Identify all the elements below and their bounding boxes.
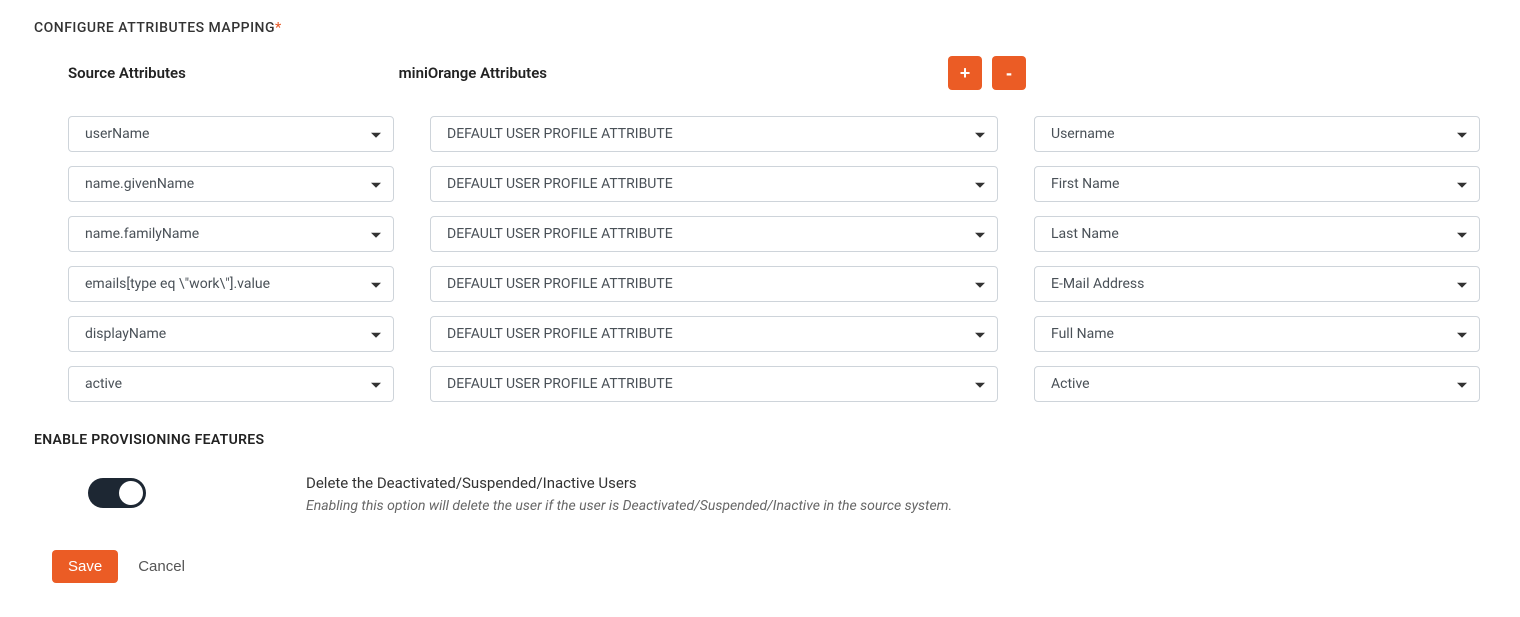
source-attribute-select[interactable]: displayName	[68, 316, 394, 352]
miniorange-attributes-header: miniOrange Attributes	[399, 64, 912, 82]
miniorange-attribute-select[interactable]: DEFAULT USER PROFILE ATTRIBUTE	[430, 216, 998, 252]
remove-row-button[interactable]: -	[992, 56, 1026, 90]
target-attribute-select[interactable]: Full Name	[1034, 316, 1480, 352]
source-attribute-select[interactable]: userName	[68, 116, 394, 152]
miniorange-attribute-value[interactable]: DEFAULT USER PROFILE ATTRIBUTE	[430, 216, 998, 252]
source-attribute-value[interactable]: name.givenName	[68, 166, 394, 202]
source-attributes-header: Source Attributes	[68, 64, 363, 82]
source-attribute-select[interactable]: active	[68, 366, 394, 402]
mapping-row: emails[type eq \"work\"].value DEFAULT US…	[68, 266, 1486, 302]
configure-attributes-title: CONFIGURE ATTRIBUTES MAPPING*	[34, 20, 1486, 36]
delete-inactive-toggle[interactable]	[88, 478, 146, 508]
source-attribute-value[interactable]: active	[68, 366, 394, 402]
miniorange-attribute-select[interactable]: DEFAULT USER PROFILE ATTRIBUTE	[430, 166, 998, 202]
row-action-buttons: + -	[948, 56, 1026, 90]
form-actions: Save Cancel	[34, 550, 1486, 583]
miniorange-attribute-select[interactable]: DEFAULT USER PROFILE ATTRIBUTE	[430, 316, 998, 352]
source-attribute-select[interactable]: name.givenName	[68, 166, 394, 202]
section-title-text: CONFIGURE ATTRIBUTES MAPPING	[34, 20, 275, 36]
target-attribute-select[interactable]: Last Name	[1034, 216, 1480, 252]
target-attribute-select[interactable]: First Name	[1034, 166, 1480, 202]
mapping-row: name.givenName DEFAULT USER PROFILE ATTRI…	[68, 166, 1486, 202]
miniorange-attribute-select[interactable]: DEFAULT USER PROFILE ATTRIBUTE	[430, 266, 998, 302]
miniorange-attribute-select[interactable]: DEFAULT USER PROFILE ATTRIBUTE	[430, 116, 998, 152]
provisioning-feature-row: Delete the Deactivated/Suspended/Inactiv…	[34, 474, 1486, 514]
miniorange-attribute-select[interactable]: DEFAULT USER PROFILE ATTRIBUTE	[430, 366, 998, 402]
provisioning-section-title: ENABLE PROVISIONING FEATURES	[34, 432, 1486, 448]
required-marker: *	[275, 20, 282, 36]
source-attribute-value[interactable]: emails[type eq \"work\"].value	[68, 266, 394, 302]
add-row-button[interactable]: +	[948, 56, 982, 90]
target-attribute-value[interactable]: E-Mail Address	[1034, 266, 1480, 302]
mapping-row: displayName DEFAULT USER PROFILE ATTRIBUT…	[68, 316, 1486, 352]
mapping-row: active DEFAULT USER PROFILE ATTRIBUTE Acti…	[68, 366, 1486, 402]
target-attribute-select[interactable]: E-Mail Address	[1034, 266, 1480, 302]
target-attribute-value[interactable]: First Name	[1034, 166, 1480, 202]
miniorange-attribute-value[interactable]: DEFAULT USER PROFILE ATTRIBUTE	[430, 266, 998, 302]
source-attribute-select[interactable]: name.familyName	[68, 216, 394, 252]
attribute-mapping-area: Source Attributes miniOrange Attributes …	[34, 56, 1486, 402]
provisioning-feature-desc: Enabling this option will delete the use…	[306, 498, 1486, 514]
source-attribute-value[interactable]: displayName	[68, 316, 394, 352]
provisioning-section: ENABLE PROVISIONING FEATURES Delete the …	[34, 432, 1486, 514]
source-attribute-value[interactable]: userName	[68, 116, 394, 152]
cancel-button[interactable]: Cancel	[138, 558, 185, 575]
miniorange-attribute-value[interactable]: DEFAULT USER PROFILE ATTRIBUTE	[430, 366, 998, 402]
target-attribute-select[interactable]: Active	[1034, 366, 1480, 402]
miniorange-attribute-value[interactable]: DEFAULT USER PROFILE ATTRIBUTE	[430, 116, 998, 152]
target-attribute-value[interactable]: Full Name	[1034, 316, 1480, 352]
target-attribute-value[interactable]: Last Name	[1034, 216, 1480, 252]
toggle-knob	[119, 481, 143, 505]
target-attribute-value[interactable]: Active	[1034, 366, 1480, 402]
source-attribute-value[interactable]: name.familyName	[68, 216, 394, 252]
target-attribute-select[interactable]: Username	[1034, 116, 1480, 152]
provisioning-text: Delete the Deactivated/Suspended/Inactiv…	[306, 474, 1486, 514]
mapping-row: userName DEFAULT USER PROFILE ATTRIBUTE Us…	[68, 116, 1486, 152]
miniorange-attribute-value[interactable]: DEFAULT USER PROFILE ATTRIBUTE	[430, 166, 998, 202]
mapping-header-row: Source Attributes miniOrange Attributes …	[68, 56, 1486, 90]
save-button[interactable]: Save	[52, 550, 118, 583]
target-attribute-value[interactable]: Username	[1034, 116, 1480, 152]
miniorange-attribute-value[interactable]: DEFAULT USER PROFILE ATTRIBUTE	[430, 316, 998, 352]
mapping-row: name.familyName DEFAULT USER PROFILE ATTR…	[68, 216, 1486, 252]
provisioning-feature-label: Delete the Deactivated/Suspended/Inactiv…	[306, 474, 1486, 492]
source-attribute-select[interactable]: emails[type eq \"work\"].value	[68, 266, 394, 302]
